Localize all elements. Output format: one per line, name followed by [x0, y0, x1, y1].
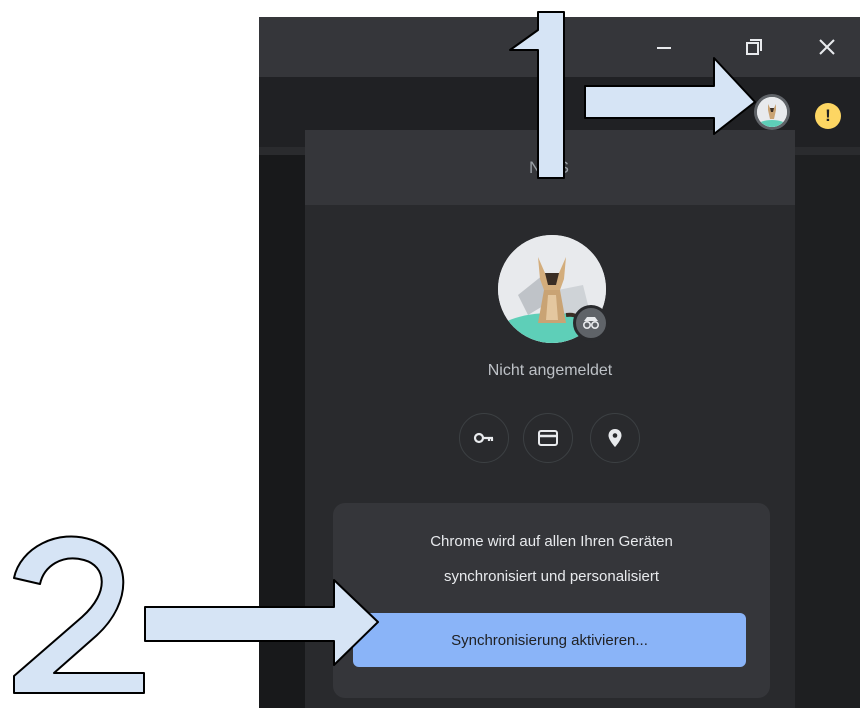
key-icon	[473, 432, 494, 444]
sync-description-line1: Chrome wird auf allen Ihren Geräten	[430, 533, 673, 550]
addresses-button[interactable]	[590, 413, 640, 463]
update-alert-button[interactable]: !	[815, 103, 841, 129]
page-content-right	[795, 155, 860, 708]
location-pin-icon	[608, 429, 622, 447]
chrome-window: ! NCS Nicht angemeldet Chrome wird auf a…	[259, 17, 860, 708]
close-icon	[819, 39, 835, 55]
profile-name: NCS	[529, 157, 571, 177]
sign-in-status: Nicht angemeldet	[487, 362, 613, 379]
sync-promo-card: Chrome wird auf allen Ihren Geräten sync…	[333, 503, 770, 698]
title-bar	[259, 17, 860, 77]
close-button[interactable]	[807, 31, 847, 63]
profile-menu-header: NCS	[305, 130, 795, 205]
profile-avatar-icon	[757, 97, 787, 127]
credit-card-icon	[538, 430, 558, 446]
passwords-button[interactable]	[459, 413, 509, 463]
incognito-badge	[573, 305, 609, 341]
payment-methods-button[interactable]	[523, 413, 573, 463]
alert-icon: !	[825, 106, 831, 125]
incognito-icon	[582, 317, 600, 330]
sync-description-line2: synchronisiert und personalisiert	[443, 568, 660, 585]
restore-icon	[746, 39, 762, 55]
turn-on-sync-button[interactable]: Synchronisierung aktivieren...	[353, 613, 746, 667]
page-content-left	[259, 155, 305, 708]
step-number-2	[13, 535, 145, 694]
minimize-icon	[657, 47, 671, 49]
profile-menu: NCS Nicht angemeldet Chrome wird auf all…	[305, 130, 795, 708]
profile-avatar-button[interactable]	[757, 97, 787, 127]
restore-button[interactable]	[734, 31, 774, 63]
minimize-button[interactable]	[644, 31, 684, 63]
